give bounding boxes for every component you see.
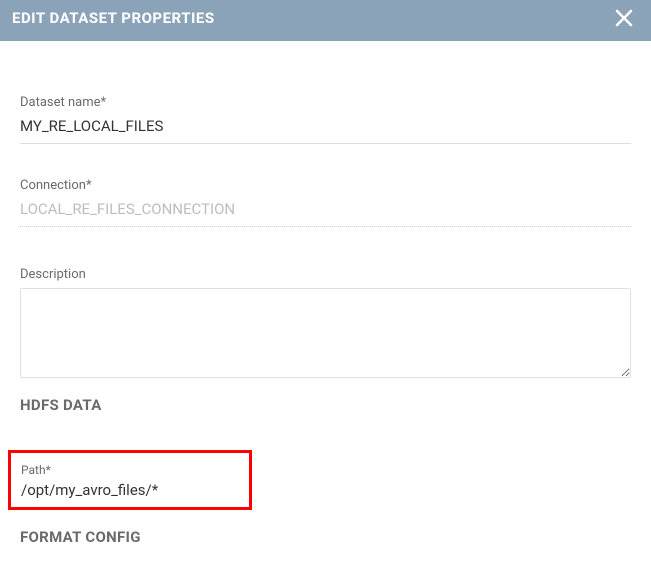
path-highlight-box: Path* /opt/my_avro_files/* [8,450,252,510]
dialog-title: EDIT DATASET PROPERTIES [12,9,215,27]
section-format-config: FORMAT CONFIG [20,528,631,546]
dataset-name-input[interactable] [20,117,631,144]
connection-label: Connection* [20,178,631,193]
close-icon[interactable] [615,9,633,27]
field-connection: Connection* [20,178,631,227]
path-label: Path* [21,463,239,477]
dialog-body: Dataset name* Connection* Description HD… [0,41,651,546]
description-input[interactable] [20,288,631,378]
field-dataset-name: Dataset name* [20,95,631,144]
connection-input [20,200,631,227]
path-value[interactable]: /opt/my_avro_files/* [21,481,239,499]
description-label: Description [20,267,631,282]
field-description: Description [20,267,631,378]
dataset-name-label: Dataset name* [20,95,631,110]
dialog-header: EDIT DATASET PROPERTIES [0,0,651,41]
section-hdfs-data: HDFS DATA [20,396,631,414]
